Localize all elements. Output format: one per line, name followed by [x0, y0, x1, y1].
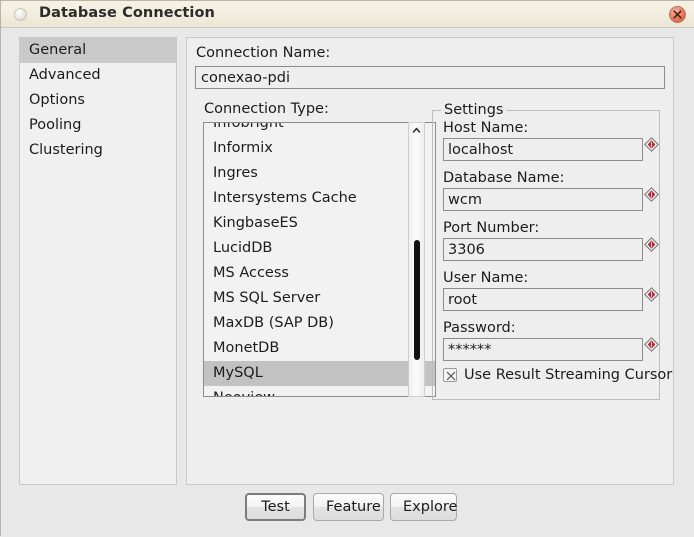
diamond-glyph [644, 287, 659, 302]
host-name-input[interactable] [443, 138, 643, 161]
connection-name-input[interactable] [195, 66, 665, 89]
sidebar-item-pooling[interactable]: Pooling [20, 113, 176, 138]
sidebar-item-clustering[interactable]: Clustering [20, 138, 176, 163]
diamond-glyph [644, 187, 659, 202]
variable-diamond-icon[interactable] [644, 287, 659, 302]
explore-button[interactable]: Explore [390, 493, 457, 521]
sidebar: General Advanced Options Pooling Cluster… [19, 37, 177, 485]
close-x-glyph [673, 10, 682, 19]
settings-group: Settings Host Name: Database Name: [432, 102, 672, 400]
port-number-input[interactable] [443, 238, 643, 261]
test-button[interactable]: Test [245, 493, 306, 521]
list-item[interactable]: MS Access [204, 261, 435, 286]
use-result-streaming-cursor-checkbox[interactable]: Use Result Streaming Cursor [443, 367, 672, 383]
database-name-row: Database Name: [443, 169, 659, 211]
circle-icon [14, 8, 27, 21]
host-name-row: Host Name: [443, 119, 659, 161]
sidebar-item-general[interactable]: General [20, 38, 176, 63]
use-result-streaming-cursor-label: Use Result Streaming Cursor [464, 367, 673, 383]
connection-name-label: Connection Name: [196, 45, 331, 61]
connection-type-list[interactable]: Infobright Informix Ingres Intersystems … [203, 122, 436, 397]
general-tab-panel: Connection Name: Connection Type: Infobr… [186, 37, 674, 485]
variable-diamond-icon[interactable] [644, 187, 659, 202]
list-item[interactable]: Ingres [204, 161, 435, 186]
chevron-up-icon[interactable] [409, 123, 424, 138]
dialog-body: General Advanced Options Pooling Cluster… [1, 28, 694, 537]
chevron-up-glyph [412, 127, 421, 133]
database-name-label: Database Name: [443, 170, 565, 186]
variable-diamond-icon[interactable] [644, 337, 659, 352]
settings-legend: Settings [441, 102, 507, 118]
password-input[interactable] [443, 338, 643, 361]
list-item[interactable]: MonetDB [204, 336, 435, 361]
list-item[interactable]: Informix [204, 136, 435, 161]
list-item[interactable]: MS SQL Server [204, 286, 435, 311]
list-item[interactable]: Neoview [204, 386, 435, 396]
variable-diamond-icon[interactable] [644, 137, 659, 152]
variable-diamond-icon[interactable] [644, 237, 659, 252]
close-icon[interactable] [669, 6, 686, 23]
diamond-glyph [644, 337, 659, 352]
x-mark-glyph [446, 371, 456, 381]
list-item-selected[interactable]: MySQL [204, 361, 435, 386]
list-item[interactable]: MaxDB (SAP DB) [204, 311, 435, 336]
port-number-row: Port Number: [443, 219, 659, 261]
dialog-footer: Test Feature Explore [1, 493, 694, 537]
diamond-glyph [644, 237, 659, 252]
list-item[interactable]: Intersystems Cache [204, 186, 435, 211]
diamond-glyph [644, 137, 659, 152]
scrollbar-thumb[interactable] [414, 240, 420, 360]
feature-button[interactable]: Feature [313, 493, 384, 521]
window-title: Database Connection [39, 5, 215, 21]
user-name-input[interactable] [443, 288, 643, 311]
database-connection-dialog: Database Connection General Advanced Opt… [0, 0, 694, 537]
user-name-label: User Name: [443, 270, 529, 286]
connection-type-label: Connection Type: [204, 101, 329, 117]
x-mark-icon[interactable] [443, 368, 457, 382]
list-item[interactable]: KingbaseES [204, 211, 435, 236]
host-name-label: Host Name: [443, 120, 529, 136]
list-item[interactable]: LucidDB [204, 236, 435, 261]
connection-type-scrollbar[interactable] [408, 122, 425, 397]
list-item[interactable]: Infobright [204, 123, 435, 136]
user-name-row: User Name: [443, 269, 659, 311]
database-name-input[interactable] [443, 188, 643, 211]
port-number-label: Port Number: [443, 220, 540, 236]
sidebar-item-advanced[interactable]: Advanced [20, 63, 176, 88]
sidebar-item-options[interactable]: Options [20, 88, 176, 113]
password-row: Password: [443, 319, 659, 361]
title-bar: Database Connection [1, 1, 694, 28]
password-label: Password: [443, 320, 516, 336]
